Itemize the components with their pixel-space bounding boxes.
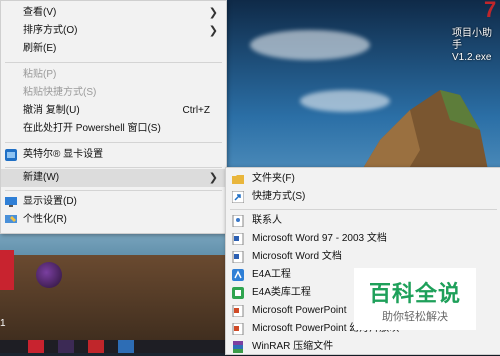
submenu-item-label: 联系人 (252, 215, 282, 226)
e4a-project-icon (232, 269, 244, 281)
menu-separator (5, 62, 222, 63)
menu-separator (230, 209, 497, 210)
watermark: 百科全说 助你轻松解决 (354, 268, 476, 330)
powerpoint-icon (232, 305, 244, 317)
submenu-item-label: WinRAR 压缩文件 (252, 341, 334, 352)
menu-item-label: 排序方式(O) (23, 25, 78, 36)
red-app-icon[interactable]: 7 (484, 0, 496, 21)
taskbar-app-icon[interactable] (88, 340, 104, 353)
cloud (250, 30, 370, 60)
menu-item-label: 显示设置(D) (23, 196, 77, 207)
app-icon-red[interactable] (0, 250, 14, 290)
submenu-item-label: E4A类库工程 (252, 287, 311, 298)
desktop-file-label[interactable]: 项目小助手 V1.2.exe (452, 28, 500, 64)
menu-separator (5, 190, 222, 191)
submenu-item-label: E4A工程 (252, 269, 291, 280)
menu-item-label: 刷新(E) (23, 43, 57, 54)
menu-item-label: 查看(V) (23, 7, 57, 18)
folder-icon (232, 175, 244, 184)
menu-item-label: 粘贴(P) (23, 69, 57, 80)
winrar-icon (233, 341, 243, 353)
taskbar-icons (28, 340, 228, 353)
menu-item-view[interactable]: 查看(V) ❯ (1, 4, 226, 22)
desktop-text: 1 (0, 318, 6, 329)
submenu-item-label: 快捷方式(S) (252, 191, 306, 202)
menu-item-label: 英特尔® 显卡设置 (23, 149, 104, 160)
shortcut-icon (232, 191, 244, 203)
watermark-title: 百科全说 (368, 281, 461, 306)
word-doc-icon (232, 251, 244, 263)
game-app-icon[interactable] (36, 262, 62, 288)
menu-item-sort-by[interactable]: 排序方式(O) ❯ (1, 22, 226, 40)
menu-item-label: 在此处打开 Powershell 窗口(S) (23, 123, 161, 134)
menu-item-label: 新建(W) (23, 172, 60, 183)
powerpoint-show-icon (232, 323, 244, 335)
menu-item-display-settings[interactable]: 显示设置(D) (1, 193, 226, 211)
submenu-item-label: Microsoft PowerPoint (252, 305, 347, 316)
menu-item-new[interactable]: 新建(W) ❯ (1, 169, 226, 187)
chevron-right-icon: ❯ (208, 25, 218, 37)
shore (0, 255, 230, 353)
display-settings-icon (5, 197, 17, 207)
word-doc-icon (232, 233, 244, 245)
menu-separator (5, 142, 222, 143)
menu-item-paste-shortcut[interactable]: 粘贴快捷方式(S) (1, 84, 226, 102)
menu-item-label: 个性化(R) (23, 214, 67, 225)
menu-item-open-powershell[interactable]: 在此处打开 Powershell 窗口(S) (1, 120, 226, 138)
submenu-item-label: 文件夹(F) (252, 173, 295, 184)
submenu-item-word[interactable]: Microsoft Word 文档 (226, 248, 500, 266)
menu-item-intel-graphics[interactable]: 英特尔® 显卡设置 (1, 146, 226, 164)
submenu-item-folder[interactable]: 文件夹(F) (226, 170, 500, 188)
e4a-library-icon (232, 287, 244, 299)
personalize-icon (5, 215, 17, 223)
menu-item-label: 撤消 复制(U) (23, 105, 80, 116)
shortcut-text: Ctrl+Z (182, 105, 211, 116)
taskbar-app-icon[interactable] (28, 340, 44, 353)
menu-item-paste[interactable]: 粘贴(P) (1, 66, 226, 84)
chevron-right-icon: ❯ (208, 7, 218, 19)
menu-item-undo-copy[interactable]: 撤消 复制(U) Ctrl+Z (1, 102, 226, 120)
menu-separator (5, 167, 222, 168)
submenu-item-label: Microsoft Word 文档 (252, 251, 342, 262)
intel-graphics-icon (5, 149, 17, 161)
menu-item-personalize[interactable]: 个性化(R) (1, 211, 226, 229)
menu-item-label: 粘贴快捷方式(S) (23, 87, 97, 98)
submenu-item-word-97-2003[interactable]: Microsoft Word 97 - 2003 文档 (226, 230, 500, 248)
submenu-item-winrar[interactable]: WinRAR 压缩文件 (226, 338, 500, 356)
chevron-right-icon: ❯ (208, 172, 218, 184)
desktop-context-menu: 查看(V) ❯ 排序方式(O) ❯ 刷新(E) 粘贴(P) 粘贴快捷方式(S) … (0, 0, 227, 234)
contact-icon (232, 215, 244, 227)
submenu-item-shortcut[interactable]: 快捷方式(S) (226, 188, 500, 206)
menu-item-refresh[interactable]: 刷新(E) (1, 40, 226, 58)
submenu-item-label: Microsoft Word 97 - 2003 文档 (252, 233, 387, 244)
submenu-item-contact[interactable]: 联系人 (226, 212, 500, 230)
taskbar-app-icon[interactable] (58, 340, 74, 353)
watermark-subtitle: 助你轻松解决 (382, 311, 448, 323)
taskbar-app-icon[interactable] (118, 340, 134, 353)
